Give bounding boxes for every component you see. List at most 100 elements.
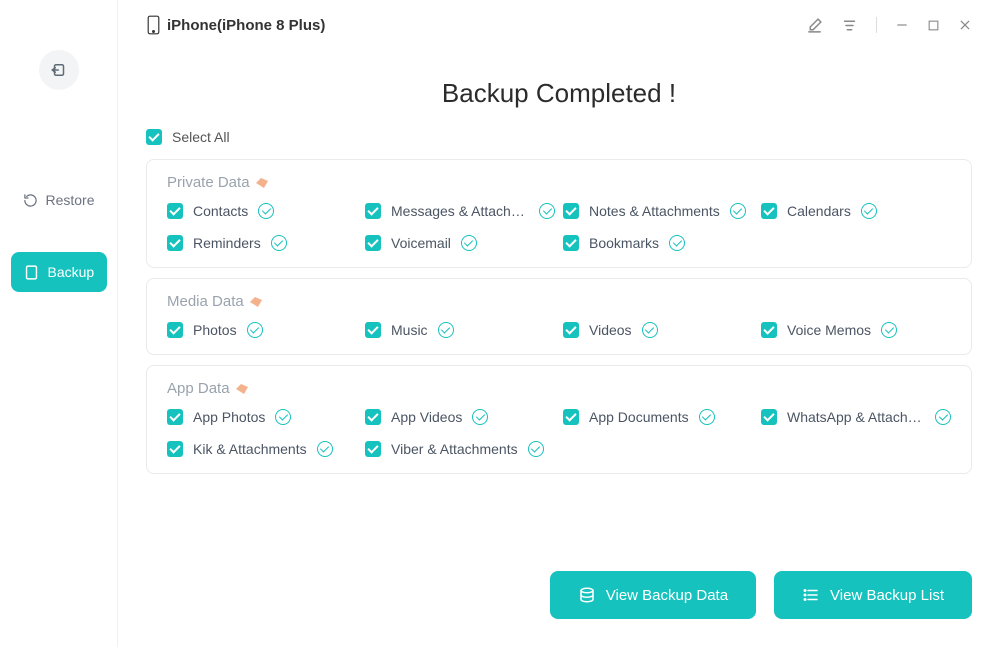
data-item-music[interactable]: Music <box>365 322 555 338</box>
data-item-label: Notes & Attachments <box>589 203 720 219</box>
back-arrow-icon <box>50 61 68 79</box>
data-item-label: WhatsApp & Attachme... <box>787 409 925 425</box>
tag-icon <box>256 178 268 188</box>
data-item-notes[interactable]: Notes & Attachments <box>563 203 753 219</box>
data-item-app-documents[interactable]: App Documents <box>563 409 753 425</box>
device-name-text: iPhone(iPhone 8 Plus) <box>167 17 325 34</box>
button-label: View Backup Data <box>606 587 728 604</box>
device-label: iPhone(iPhone 8 Plus) <box>146 15 325 35</box>
data-item-label: Reminders <box>193 235 261 251</box>
stack-icon <box>578 586 596 604</box>
checkbox-icon <box>365 409 381 425</box>
data-item-label: Contacts <box>193 203 248 219</box>
data-item-voicemail[interactable]: Voicemail <box>365 235 555 251</box>
data-item-app-photos[interactable]: App Photos <box>167 409 357 425</box>
view-backup-list-button[interactable]: View Backup List <box>774 571 972 619</box>
data-item-kik[interactable]: Kik & Attachments <box>167 441 357 457</box>
sidebar: Restore Backup <box>0 0 118 647</box>
checkbox-icon <box>563 203 579 219</box>
data-item-label: Voicemail <box>391 235 451 251</box>
data-item-label: App Videos <box>391 409 462 425</box>
phone-icon <box>146 15 161 35</box>
restore-icon <box>23 192 38 209</box>
back-button[interactable] <box>39 50 79 90</box>
backup-icon <box>23 264 40 281</box>
minimize-icon[interactable] <box>895 18 909 32</box>
checkbox-icon <box>167 235 183 251</box>
maximize-icon[interactable] <box>927 19 940 32</box>
data-item-whatsapp[interactable]: WhatsApp & Attachme... <box>761 409 951 425</box>
data-item-label: Viber & Attachments <box>391 441 518 457</box>
panels: Private Data Contacts Messages & Attachm… <box>118 159 1000 474</box>
data-item-contacts[interactable]: Contacts <box>167 203 357 219</box>
sidebar-item-restore[interactable]: Restore <box>11 180 107 220</box>
panel-header: App Data <box>167 380 951 397</box>
checkbox-icon <box>146 129 162 145</box>
status-complete-icon <box>271 235 287 251</box>
checkbox-icon <box>167 441 183 457</box>
data-item-calendars[interactable]: Calendars <box>761 203 951 219</box>
topbar: iPhone(iPhone 8 Plus) <box>118 0 1000 50</box>
checkbox-icon <box>761 409 777 425</box>
status-complete-icon <box>699 409 715 425</box>
tag-icon <box>236 384 248 394</box>
status-complete-icon <box>472 409 488 425</box>
panel-private-data: Private Data Contacts Messages & Attachm… <box>146 159 972 268</box>
checkbox-icon <box>167 409 183 425</box>
status-complete-icon <box>247 322 263 338</box>
panel-app-data: App Data App Photos App Videos App Docum… <box>146 365 972 474</box>
data-item-reminders[interactable]: Reminders <box>167 235 357 251</box>
status-complete-icon <box>539 203 555 219</box>
page-title: Backup Completed ! <box>118 78 1000 109</box>
checkbox-icon <box>167 322 183 338</box>
sidebar-item-label: Backup <box>48 264 95 280</box>
data-item-label: Music <box>391 322 428 338</box>
data-item-viber[interactable]: Viber & Attachments <box>365 441 555 457</box>
topbar-divider <box>876 17 877 33</box>
data-item-bookmarks[interactable]: Bookmarks <box>563 235 753 251</box>
data-item-label: App Photos <box>193 409 265 425</box>
status-complete-icon <box>461 235 477 251</box>
panel-header: Private Data <box>167 174 951 191</box>
panel-header: Media Data <box>167 293 951 310</box>
checkbox-icon <box>365 441 381 457</box>
status-complete-icon <box>642 322 658 338</box>
data-item-videos[interactable]: Videos <box>563 322 753 338</box>
tag-icon <box>250 297 262 307</box>
close-icon[interactable] <box>958 18 972 32</box>
edit-icon[interactable] <box>806 17 823 34</box>
data-item-label: Messages & Attachme... <box>391 203 529 219</box>
data-item-label: Videos <box>589 322 632 338</box>
data-item-messages[interactable]: Messages & Attachme... <box>365 203 555 219</box>
data-item-label: Bookmarks <box>589 235 659 251</box>
menu-icon[interactable] <box>841 17 858 34</box>
data-item-app-videos[interactable]: App Videos <box>365 409 555 425</box>
main: iPhone(iPhone 8 Plus) <box>118 0 1000 647</box>
data-item-label: Calendars <box>787 203 851 219</box>
data-item-photos[interactable]: Photos <box>167 322 357 338</box>
button-label: View Backup List <box>830 587 944 604</box>
footer: View Backup Data View Backup List <box>550 571 972 619</box>
status-complete-icon <box>275 409 291 425</box>
data-item-label: Photos <box>193 322 237 338</box>
panel-media-data: Media Data Photos Music Videos Voice Mem… <box>146 278 972 355</box>
sidebar-item-backup[interactable]: Backup <box>11 252 107 292</box>
view-backup-data-button[interactable]: View Backup Data <box>550 571 756 619</box>
checkbox-icon <box>563 235 579 251</box>
status-complete-icon <box>861 203 877 219</box>
panel-title: Private Data <box>167 174 250 191</box>
status-complete-icon <box>258 203 274 219</box>
status-complete-icon <box>730 203 746 219</box>
status-complete-icon <box>317 441 333 457</box>
status-complete-icon <box>528 441 544 457</box>
list-icon <box>802 586 820 604</box>
select-all-checkbox[interactable]: Select All <box>118 129 1000 145</box>
checkbox-icon <box>563 409 579 425</box>
select-all-label: Select All <box>172 129 230 145</box>
panel-title: Media Data <box>167 293 244 310</box>
sidebar-item-label: Restore <box>45 192 94 208</box>
status-complete-icon <box>881 322 897 338</box>
status-complete-icon <box>935 409 951 425</box>
data-item-voice-memos[interactable]: Voice Memos <box>761 322 951 338</box>
status-complete-icon <box>438 322 454 338</box>
